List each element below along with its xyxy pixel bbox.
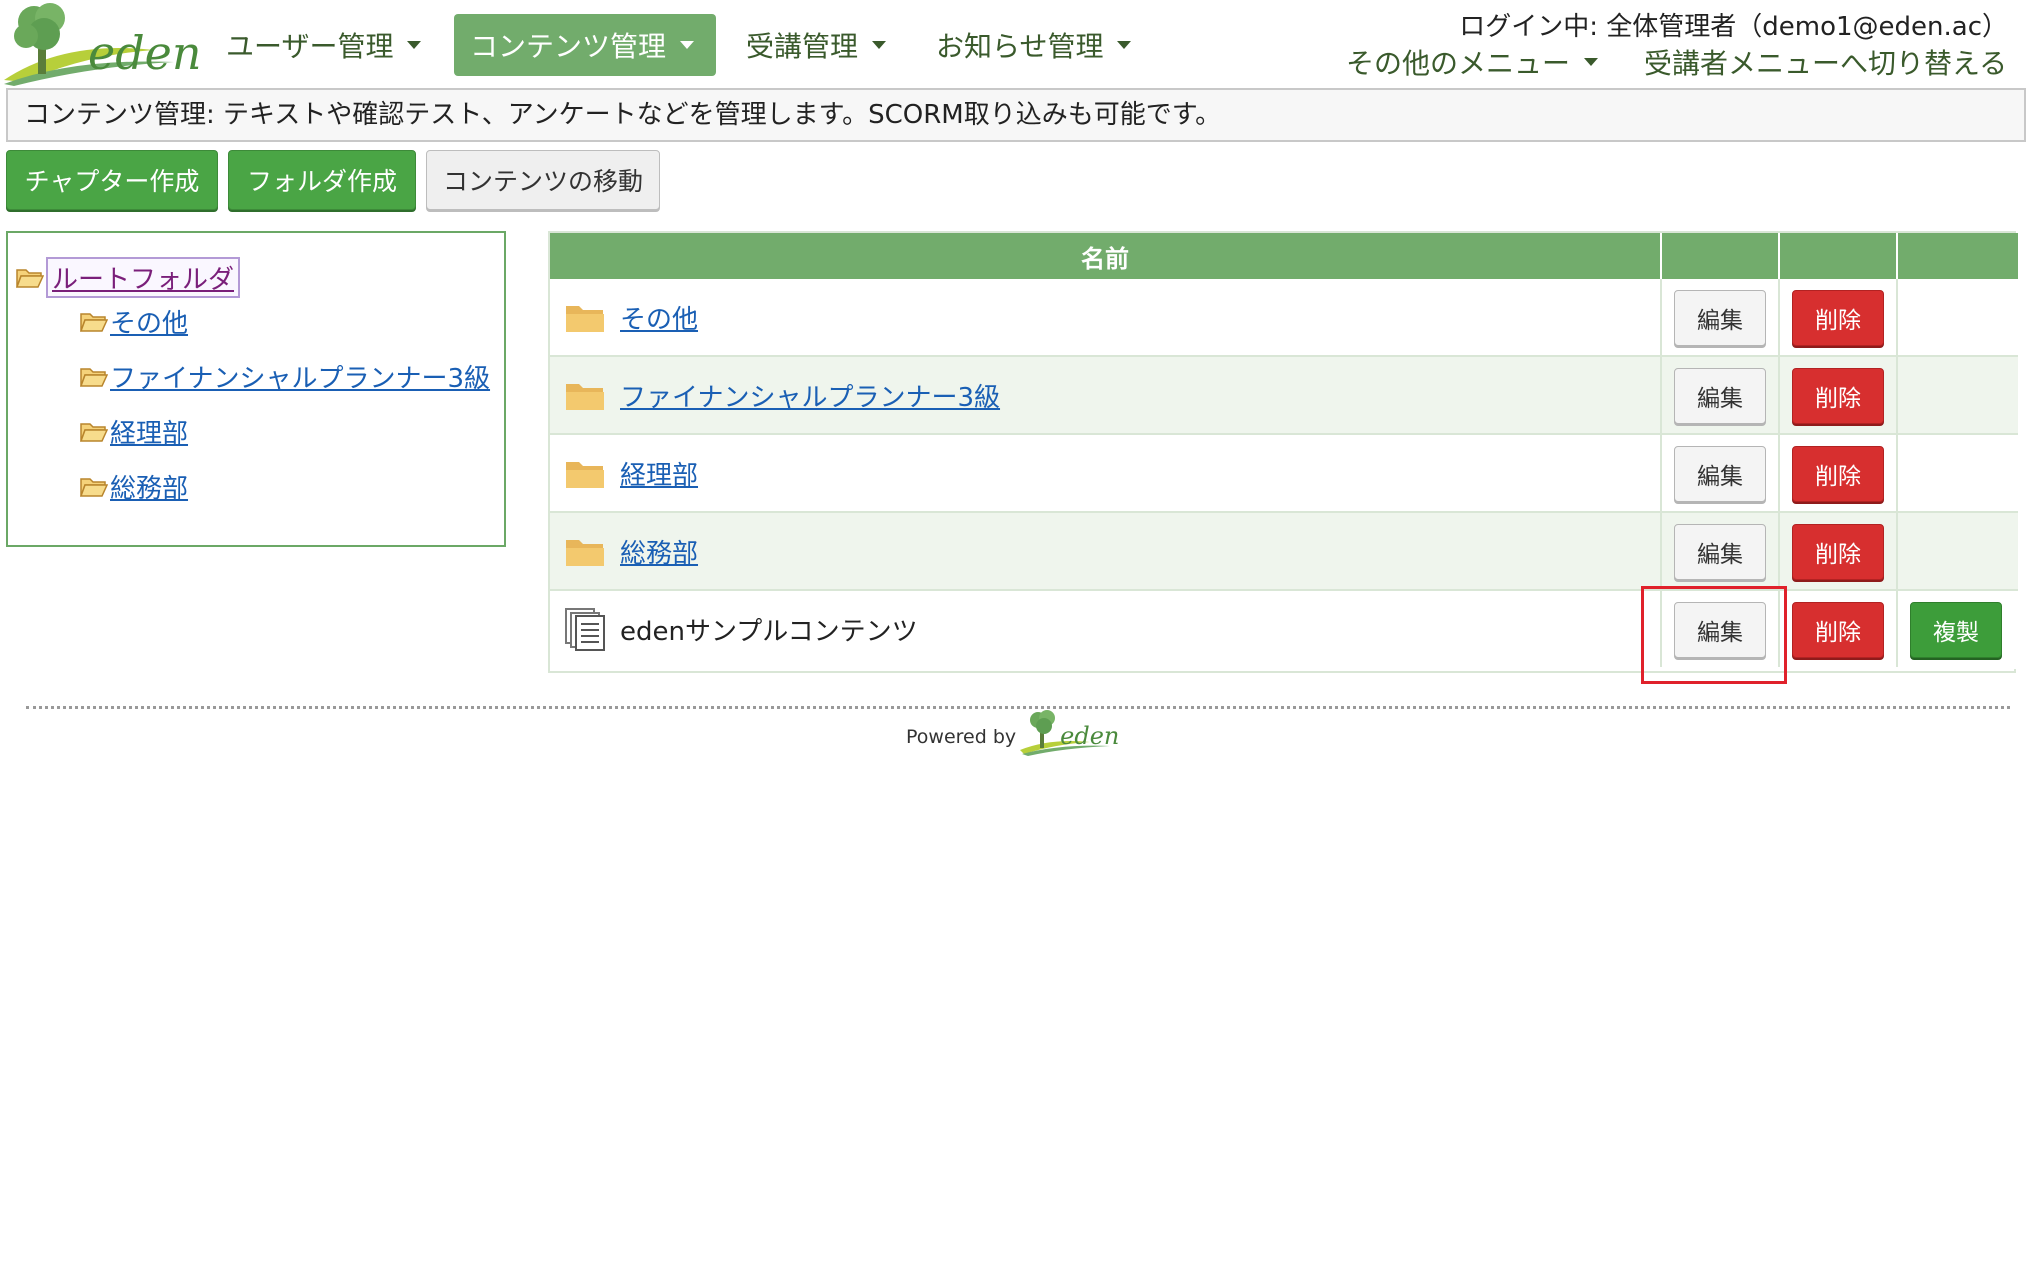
header-edit-col	[1662, 233, 1780, 279]
name-cell: 経理部	[550, 435, 1662, 511]
table-row: 総務部 編集 削除	[550, 513, 2018, 591]
caret-down-icon	[680, 41, 695, 49]
table-row: edenサンプルコンテンツ 編集 削除 複製	[550, 591, 2018, 669]
tree-link[interactable]: ファイナンシャルプランナー3級	[110, 358, 490, 395]
other-menu-dropdown[interactable]: その他のメニュー	[1346, 42, 1599, 82]
folder-link[interactable]: ファイナンシャルプランナー3級	[620, 377, 1000, 414]
nav-label: お知らせ管理	[936, 30, 1104, 63]
edit-cell: 編集	[1662, 279, 1780, 355]
switch-to-student-menu-link[interactable]: 受講者メニューへ切り替える	[1644, 42, 2007, 82]
nav-label: ユーザー管理	[226, 30, 394, 63]
edit-cell: 編集	[1662, 513, 1780, 589]
logo-text: eden	[88, 26, 202, 80]
caret-down-icon	[1584, 58, 1599, 66]
header-copy-col	[1898, 233, 2016, 279]
delete-cell: 削除	[1780, 591, 1898, 667]
open-folder-icon	[80, 367, 108, 387]
delete-cell: 削除	[1780, 357, 1898, 433]
edit-button[interactable]: 編集	[1674, 446, 1766, 502]
header-name: 名前	[550, 233, 1662, 279]
name-cell: ファイナンシャルプランナー3級	[550, 357, 1662, 433]
table-header: 名前	[550, 233, 2018, 279]
move-content-button[interactable]: コンテンツの移動	[426, 150, 660, 210]
folder-icon	[566, 540, 604, 566]
edit-button[interactable]: 編集	[1674, 368, 1766, 424]
folder-link[interactable]: 総務部	[620, 533, 698, 570]
tree-item-general-affairs[interactable]: 総務部	[80, 468, 188, 505]
tree-link[interactable]: 経理部	[110, 413, 188, 450]
edit-cell: 編集	[1662, 357, 1780, 433]
footer-logo-text: eden	[1060, 722, 1120, 750]
delete-button[interactable]: 削除	[1792, 446, 1884, 502]
switch-menu-label: 受講者メニューへ切り替える	[1644, 47, 2008, 80]
copy-cell: 複製	[1898, 591, 2016, 667]
caret-down-icon	[1117, 41, 1132, 49]
open-folder-icon	[80, 312, 108, 332]
nav-content-management[interactable]: コンテンツ管理	[454, 14, 716, 76]
info-bar: コンテンツ管理: テキストや確認テスト、アンケートなどを管理します。SCORM取…	[6, 88, 2026, 142]
copy-cell	[1898, 435, 2016, 511]
tree-item-fp3[interactable]: ファイナンシャルプランナー3級	[80, 358, 490, 395]
nav-label: 受講管理	[746, 30, 859, 63]
table-row: 経理部 編集 削除	[550, 435, 2018, 513]
tree-link[interactable]: 総務部	[110, 468, 188, 505]
tree-root-link[interactable]: ルートフォルダ	[46, 257, 241, 298]
create-folder-button[interactable]: フォルダ作成	[228, 150, 416, 210]
copy-cell	[1898, 279, 2016, 355]
other-menu-label: その他のメニュー	[1346, 47, 1571, 80]
delete-button[interactable]: 削除	[1792, 290, 1884, 346]
folder-link[interactable]: 経理部	[620, 455, 698, 492]
header-delete-col	[1780, 233, 1898, 279]
nav-user-management[interactable]: ユーザー管理	[210, 14, 437, 76]
content-pages-icon	[565, 608, 605, 651]
name-cell: 総務部	[550, 513, 1662, 589]
name-cell: edenサンプルコンテンツ	[550, 591, 1662, 667]
powered-by: Powered by eden	[906, 708, 1120, 756]
nav-notice-management[interactable]: お知らせ管理	[920, 14, 1147, 76]
delete-cell: 削除	[1780, 513, 1898, 589]
folder-tree-panel: ルートフォルダ その他 ファイナンシャルプランナー3級 経理部 総務部	[6, 231, 506, 547]
open-folder-icon	[80, 477, 108, 497]
open-folder-icon	[80, 422, 108, 442]
folder-link[interactable]: その他	[620, 299, 698, 336]
edit-button[interactable]: 編集	[1674, 602, 1766, 658]
copy-cell	[1898, 513, 2016, 589]
tree-item-other[interactable]: その他	[80, 303, 188, 340]
open-folder-icon	[16, 268, 44, 288]
content-name: edenサンプルコンテンツ	[620, 616, 918, 647]
nav-course-management[interactable]: 受講管理	[730, 14, 902, 76]
edit-cell: 編集	[1662, 591, 1780, 667]
copy-button[interactable]: 複製	[1910, 602, 2002, 658]
tree-item-accounting[interactable]: 経理部	[80, 413, 188, 450]
powered-by-text: Powered by	[906, 726, 1017, 748]
tree-item-root[interactable]: ルートフォルダ	[16, 257, 241, 298]
copy-cell	[1898, 357, 2016, 433]
caret-down-icon	[407, 41, 422, 49]
delete-cell: 削除	[1780, 279, 1898, 355]
content-table: 名前 その他 編集 削除 ファイナンシャルプランナー3級 編集 削除 経理部 編…	[548, 231, 2018, 673]
delete-button[interactable]: 削除	[1792, 368, 1884, 424]
delete-cell: 削除	[1780, 435, 1898, 511]
login-status: ログイン中: 全体管理者（demo1@eden.ac）	[1459, 12, 2008, 42]
folder-icon	[566, 462, 604, 488]
caret-down-icon	[872, 41, 887, 49]
folder-icon	[566, 306, 604, 332]
tree-link[interactable]: その他	[110, 303, 188, 340]
delete-button[interactable]: 削除	[1792, 524, 1884, 580]
delete-button[interactable]: 削除	[1792, 602, 1884, 658]
table-row: その他 編集 削除	[550, 279, 2018, 357]
name-cell: その他	[550, 279, 1662, 355]
edit-button[interactable]: 編集	[1674, 290, 1766, 346]
nav-label: コンテンツ管理	[470, 30, 667, 63]
table-row: ファイナンシャルプランナー3級 編集 削除	[550, 357, 2018, 435]
create-chapter-button[interactable]: チャプター作成	[6, 150, 218, 210]
folder-icon	[566, 384, 604, 410]
footer-logo: eden	[1020, 708, 1120, 756]
edit-button[interactable]: 編集	[1674, 524, 1766, 580]
edit-cell: 編集	[1662, 435, 1780, 511]
eden-logo[interactable]: eden	[4, 0, 202, 86]
